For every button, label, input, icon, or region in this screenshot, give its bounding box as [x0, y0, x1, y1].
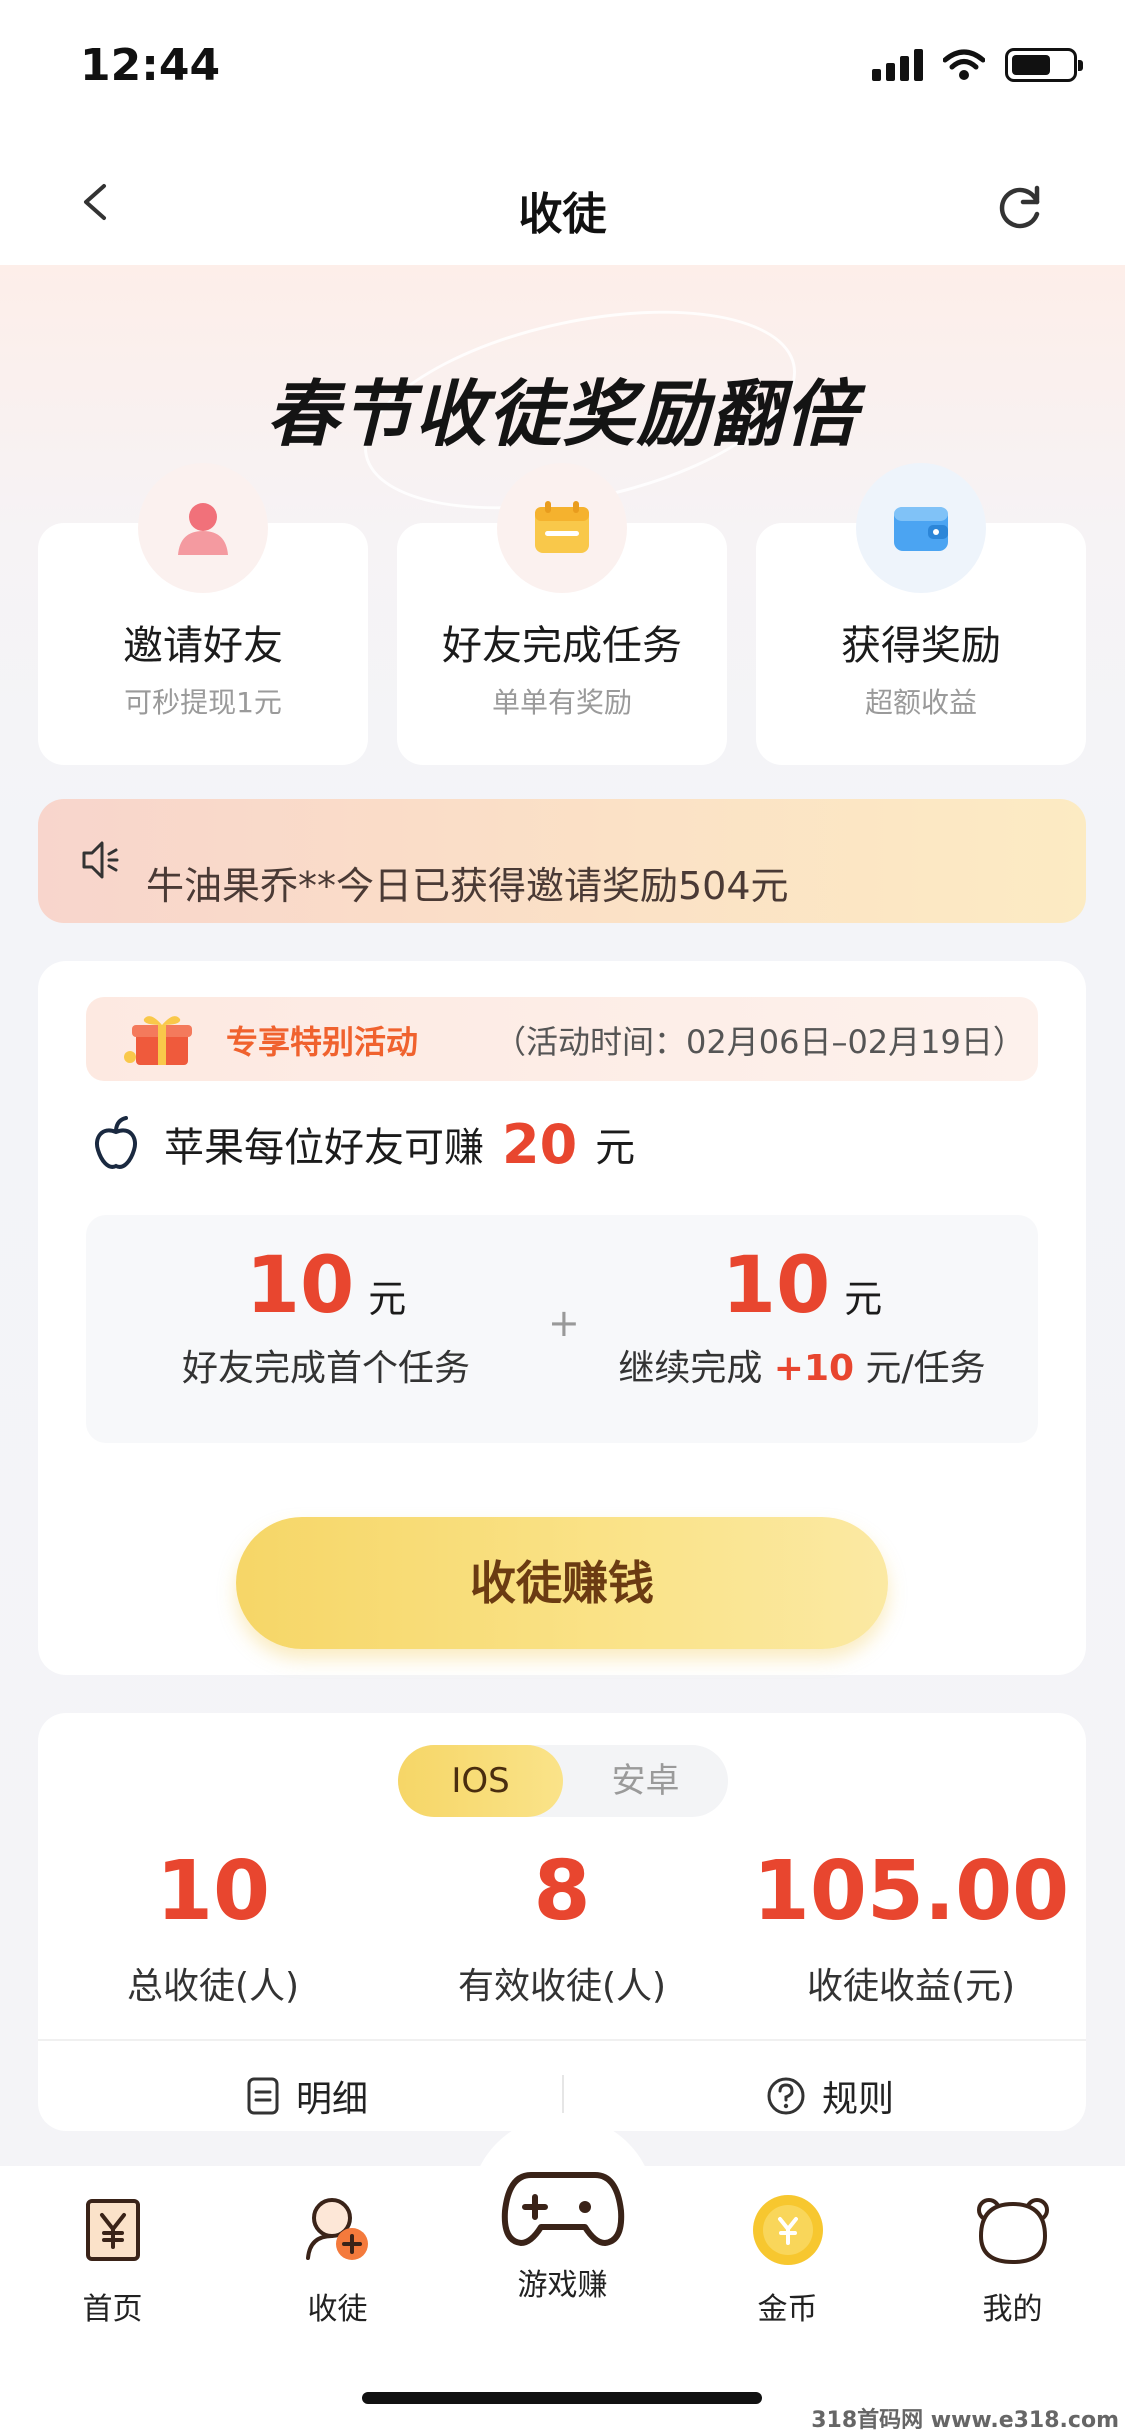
stat-value: 105.00 [752, 1844, 1070, 1939]
step-title: 获得奖励 [841, 623, 1001, 669]
reward-value: 10 [721, 1241, 831, 1331]
home-yen-icon [73, 2190, 153, 2270]
reward-breakdown: 10 元 好友完成首个任务 + 10 元 继续完成 +10 元/任务 [86, 1215, 1038, 1443]
stats-card: IOS 安卓 10 总收徒(人) 8 有效收徒(人) 105.00 收徒收益(元… [38, 1713, 1086, 2131]
status-icons [872, 48, 1083, 82]
tab-label: 收徒 [307, 2292, 368, 2327]
question-icon [767, 2077, 805, 2115]
tab-label: 游戏赚 [517, 2268, 608, 2303]
stat-label: 收徒收益(元) [806, 1966, 1016, 2007]
reward-description: 好友完成首个任务 [181, 1348, 470, 1389]
detail-label: 明细 [296, 2079, 369, 2120]
platform-toggle: IOS 安卓 [398, 1745, 728, 1817]
step-subtitle: 可秒提现1元 [124, 686, 282, 719]
divider [38, 2039, 1086, 2041]
home-indicator [362, 2392, 762, 2404]
rules-link[interactable]: 规则 [766, 2071, 894, 2121]
hero-title: 春节收徒奖励翻倍 [266, 372, 859, 456]
reward-value: 10 [245, 1241, 355, 1331]
activity-name: 专享特别活动 [226, 1023, 419, 1061]
reward-unit: 元 [368, 1277, 407, 1321]
step-card-reward: 获得奖励 超额收益 [756, 463, 1086, 765]
bear-profile-icon [973, 2190, 1053, 2270]
stat-recruit-income: 105.00 收徒收益(元) [736, 1851, 1086, 2009]
friend-avatar-icon [138, 463, 268, 593]
tab-label: 金币 [757, 2292, 818, 2327]
step-title: 好友完成任务 [442, 623, 682, 669]
apple-reward-unit: 元 [595, 1125, 636, 1171]
tab-game-earn[interactable]: 游戏赚 [450, 2156, 675, 2304]
apple-reward-amount: 20 [502, 1112, 578, 1176]
reward-desc-prefix: 继续完成 [618, 1348, 774, 1389]
rules-label: 规则 [822, 2079, 895, 2120]
reward-ticker: 牛油果乔**今日已获得邀请奖励504元 [38, 799, 1086, 923]
ticker-text: 牛油果乔**今日已获得邀请奖励504元 [146, 864, 789, 908]
activity-card: 专享特别活动 （活动时间：02月06日–02月19日） 苹果每位好友可赚 20 … [38, 961, 1086, 1675]
plus-sign: + [548, 1301, 580, 1345]
step-title: 邀请好友 [123, 623, 283, 669]
status-time: 12:44 [80, 40, 221, 91]
reward-unit: 元 [844, 1277, 883, 1321]
battery-icon [1005, 48, 1083, 82]
tab-ios[interactable]: IOS [398, 1745, 563, 1817]
apple-reward-text: 苹果每位好友可赚 [164, 1125, 484, 1171]
tab-coins[interactable]: 金币 [675, 2190, 900, 2328]
apple-reward-row: 苹果每位好友可赚 20 元 [92, 1109, 635, 1179]
stat-value: 10 [155, 1844, 271, 1939]
reward-desc-highlight: +10 [773, 1348, 855, 1389]
tab-android[interactable]: 安卓 [563, 1745, 728, 1817]
step-card-task: 好友完成任务 单单有奖励 [397, 463, 727, 765]
status-bar: 12:44 [0, 0, 1125, 140]
stat-valid-recruits: 8 有效收徒(人) [387, 1851, 737, 2009]
task-calendar-icon [497, 463, 627, 593]
document-icon [247, 2077, 279, 2115]
tab-label: 首页 [82, 2292, 143, 2327]
tab-label: 我的 [982, 2292, 1043, 2327]
step-subtitle: 超额收益 [864, 686, 977, 719]
tab-recruit[interactable]: 收徒 [225, 2190, 450, 2328]
watermark: 318首码网 www.e318.com [811, 2408, 1119, 2433]
wallet-icon [856, 463, 986, 593]
refresh-icon[interactable] [993, 180, 1047, 234]
tab-profile[interactable]: 我的 [900, 2190, 1125, 2328]
step-card-invite: 邀请好友 可秒提现1元 [38, 463, 368, 765]
stat-label: 总收徒(人) [126, 1966, 300, 2007]
stat-value: 8 [533, 1844, 591, 1939]
stat-label: 有效收徒(人) [457, 1966, 667, 2007]
reward-description: 继续完成 +10 元/任务 [582, 1339, 1022, 1391]
reward-desc-suffix: 元/任务 [854, 1348, 986, 1389]
hero-section: 春节收徒奖励翻倍 邀请好友 可秒提现1元 好友完成任务 单单有奖励 获得奖励 超… [0, 265, 1125, 2165]
apple-logo-icon [95, 1116, 137, 1169]
detail-link[interactable]: 明细 [246, 2071, 368, 2121]
coin-icon [748, 2190, 828, 2270]
nav-bar: 收徒 [0, 140, 1125, 265]
page-title: 收徒 [518, 189, 607, 240]
activity-banner: 专享特别活动 （活动时间：02月06日–02月19日） [86, 997, 1038, 1081]
step-subtitle: 单单有奖励 [491, 686, 632, 719]
reward-first-task: 10 元 好友完成首个任务 [106, 1241, 546, 1391]
speaker-icon [82, 841, 119, 879]
wifi-icon [943, 49, 985, 80]
cellular-signal-icon [872, 49, 923, 81]
gamepad-icon [498, 2156, 628, 2256]
tab-home[interactable]: 首页 [0, 2190, 225, 2328]
divider [562, 2075, 564, 2113]
gift-box-icon [124, 1016, 192, 1065]
reward-continued-tasks: 10 元 继续完成 +10 元/任务 [582, 1241, 1022, 1391]
activity-time: （活动时间：02月06日–02月19日） [494, 1023, 1025, 1061]
recruit-icon [298, 2190, 378, 2270]
recruit-earn-button[interactable]: 收徒赚钱 [236, 1517, 888, 1649]
stat-total-recruits: 10 总收徒(人) [38, 1851, 388, 2009]
